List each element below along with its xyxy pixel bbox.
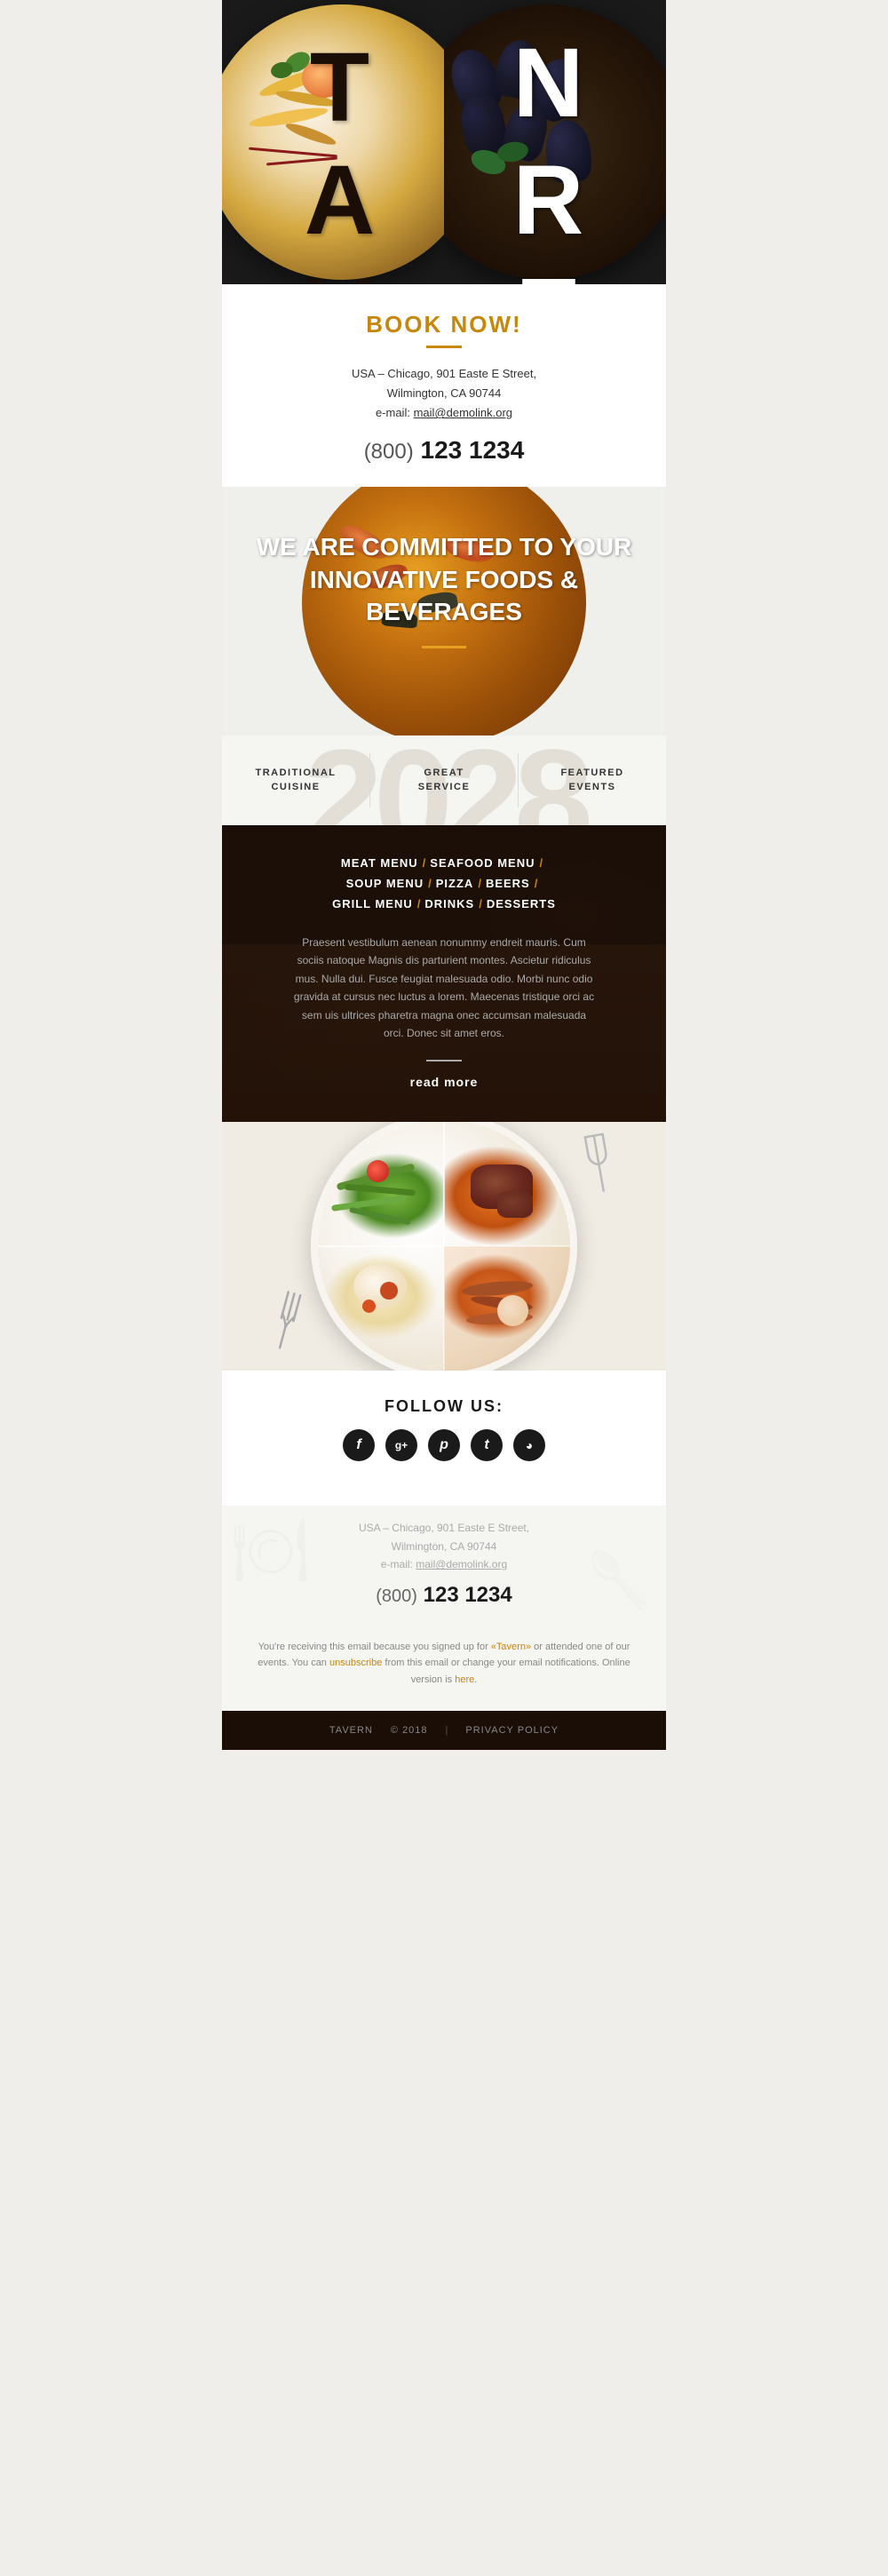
read-more-button[interactable]: read more: [410, 1075, 479, 1089]
commitment-section: WE ARE COMMITTED TO YOUR INNOVATIVE FOOD…: [222, 487, 666, 735]
menu-divider: [426, 1060, 462, 1061]
menu-item-meat[interactable]: MEAT MENU: [341, 856, 418, 870]
feature-label-2: FEATUREDEVENTS: [527, 767, 657, 794]
menu-line-2: SOUP MENU / PIZZA / BEERS /: [249, 877, 639, 890]
food-plate: [311, 1122, 577, 1371]
menu-line-1: MEAT MENU / SEAFOOD MENU /: [249, 856, 639, 870]
commitment-text: WE ARE COMMITTED TO YOUR INNOVATIVE FOOD…: [249, 531, 639, 628]
book-address: USA – Chicago, 901 Easte E Street, Wilmi…: [240, 364, 648, 423]
menu-line-3: GRILL MENU / DRINKS / DESSERTS: [249, 897, 639, 910]
menu-content: MEAT MENU / SEAFOOD MENU / SOUP MENU / P…: [249, 856, 639, 1091]
features-row: 2028 TRADITIONALCUISINE GREATSERVICE FEA…: [222, 735, 666, 825]
twitter-icon[interactable]: t: [471, 1429, 503, 1461]
disclaimer-link-tavern[interactable]: «Tavern»: [491, 1642, 531, 1652]
dark-footer: TAVERN © 2018 | PRIVACY POLICY: [222, 1711, 666, 1750]
disclaimer-section: You're receiving this email because you …: [222, 1617, 666, 1711]
hero-letters: T N A R V E: [222, 0, 666, 284]
social-icons-row: f g+ p t ◕: [240, 1429, 648, 1461]
footer-contact: 🍽 🥄 USA – Chicago, 901 Easte E Street, W…: [222, 1506, 666, 1616]
follow-title: FOLLOW US:: [240, 1397, 648, 1416]
feature-featured-events: FEATUREDEVENTS: [518, 753, 666, 807]
feature-great-service: GREATSERVICE: [369, 753, 518, 807]
menu-description: Praesent vestibulum aenean nonummy endre…: [293, 934, 595, 1042]
commitment-divider: [422, 646, 466, 648]
google-plus-icon[interactable]: g+: [385, 1429, 417, 1461]
footer-brand: TAVERN: [329, 1725, 373, 1736]
menu-section: MEAT MENU / SEAFOOD MENU / SOUP MENU / P…: [222, 825, 666, 1122]
footer-separator: |: [446, 1725, 448, 1736]
feature-label-1: GREATSERVICE: [379, 767, 509, 794]
menu-item-pizza[interactable]: PIZZA: [436, 877, 474, 890]
pinterest-icon[interactable]: p: [428, 1429, 460, 1461]
menu-item-beers[interactable]: BEERS: [486, 877, 530, 890]
disclaimer-text-before: You're receiving this email because you …: [258, 1642, 488, 1652]
feature-label-0: TRADITIONALCUISINE: [231, 767, 361, 794]
menu-item-desserts[interactable]: DESSERTS: [487, 897, 556, 910]
footer-privacy-link[interactable]: PRIVACY POLICY: [465, 1725, 559, 1736]
footer-year: © 2018: [391, 1725, 428, 1736]
hero-letter-R: R: [513, 144, 583, 257]
book-section: BOOK NOW! USA – Chicago, 901 Easte E Str…: [222, 284, 666, 487]
menu-item-grill[interactable]: GRILL MENU: [332, 897, 413, 910]
book-email[interactable]: mail@demolink.org: [414, 406, 512, 419]
disclaimer-text-after: from this email or change your email not…: [385, 1658, 630, 1685]
disclaimer-link-unsubscribe[interactable]: unsubscribe: [329, 1658, 382, 1668]
hero-letter-N: N: [513, 27, 583, 139]
rss-icon[interactable]: ◕: [513, 1429, 545, 1461]
footer-email[interactable]: mail@demolink.org: [416, 1558, 507, 1570]
disclaimer-link-here[interactable]: here: [455, 1674, 474, 1685]
book-divider: [426, 346, 462, 348]
commitment-content: WE ARE COMMITTED TO YOUR INNOVATIVE FOOD…: [222, 487, 666, 675]
book-phone: (800) 123 1234: [240, 436, 648, 465]
food-collage: [222, 1122, 666, 1371]
hero-section: T N A R V E: [222, 0, 666, 284]
facebook-icon[interactable]: f: [343, 1429, 375, 1461]
hero-letter-V: V: [307, 257, 372, 284]
book-title: BOOK NOW!: [240, 311, 648, 338]
hero-letter-A: A: [305, 144, 375, 257]
hero-letter-T: T: [310, 31, 369, 144]
menu-item-soup[interactable]: SOUP MENU: [346, 877, 424, 890]
menu-item-drinks[interactable]: DRINKS: [424, 897, 474, 910]
menu-item-seafood[interactable]: SEAFOOD MENU: [430, 856, 535, 870]
hero-letter-E: E: [516, 257, 581, 284]
feature-traditional-cuisine: TRADITIONALCUISINE: [222, 753, 369, 807]
follow-section: FOLLOW US: f g+ p t ◕: [222, 1371, 666, 1506]
